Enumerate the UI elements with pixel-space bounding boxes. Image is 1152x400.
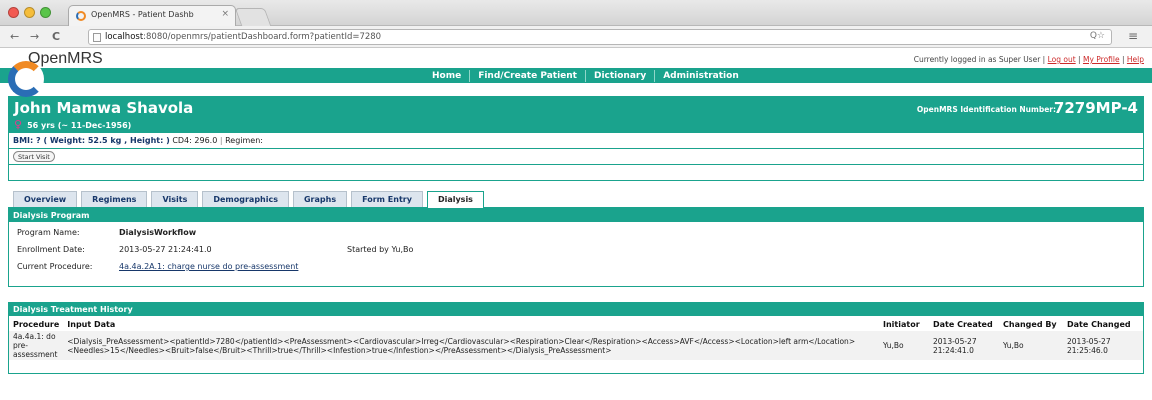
female-gender-icon: ♀ xyxy=(14,118,23,131)
url-host: localhost xyxy=(105,32,144,42)
cd4-text: CD4: 296.0 xyxy=(172,136,218,145)
treatment-history-box: Dialysis Treatment History Procedure Inp… xyxy=(8,302,1144,374)
cell-procedure: 4a.4a.1: do pre-assessment xyxy=(9,331,64,360)
enrollment-row: Enrollment Date: 2013-05-27 21:24:41.0 S… xyxy=(9,245,1143,258)
tab-demographics[interactable]: Demographics xyxy=(202,191,289,207)
main-navbar: Home Find/Create Patient Dictionary Admi… xyxy=(0,68,1152,83)
cell-date-changed: 2013-05-27 21:25:46.0 xyxy=(1063,331,1143,360)
browser-menu-icon[interactable]: ≡ xyxy=(1128,29,1138,43)
start-visit-button[interactable]: Start Visit xyxy=(13,151,55,162)
cell-date-created: 2013-05-27 21:24:41.0 xyxy=(929,331,999,360)
tab-regimens[interactable]: Regimens xyxy=(81,191,148,207)
current-procedure-label: Current Procedure: xyxy=(17,262,93,271)
nav-find-create-patient[interactable]: Find/Create Patient xyxy=(470,69,586,82)
help-link[interactable]: Help xyxy=(1127,55,1144,64)
reload-icon[interactable]: C xyxy=(52,30,60,43)
id-label: OpenMRS Identification Number: xyxy=(916,105,1056,114)
treatment-history-title: Dialysis Treatment History xyxy=(9,303,1143,316)
back-arrow-icon[interactable]: ← xyxy=(10,30,19,43)
table-row[interactable]: 4a.4a.1: do pre-assessment <Dialysis_Pre… xyxy=(9,331,1143,360)
tab-form-entry[interactable]: Form Entry xyxy=(351,191,423,207)
url-path: :8080/openmrs/patientDashboard.form?pati… xyxy=(143,32,382,42)
program-name-label: Program Name: xyxy=(17,228,80,237)
dialysis-program-title: Dialysis Program xyxy=(9,209,1143,222)
treatment-history-table: Procedure Input Data Initiator Date Crea… xyxy=(9,318,1143,360)
nav-administration[interactable]: Administration xyxy=(655,70,747,82)
zoom-window-button[interactable] xyxy=(40,7,51,18)
openmrs-header: OpenMRS Home Find/Create Patient Diction… xyxy=(0,48,1152,97)
tab-visits[interactable]: Visits xyxy=(151,191,199,207)
bookmark-star-icon[interactable]: Q☆ xyxy=(1090,31,1105,41)
my-profile-link[interactable]: My Profile xyxy=(1083,55,1120,64)
bmi-text: BMI: ? ( Weight: 52.5 kg , Height: ) xyxy=(13,136,170,145)
minimize-window-button[interactable] xyxy=(24,7,35,18)
nav-dictionary[interactable]: Dictionary xyxy=(586,69,656,82)
col-initiator: Initiator xyxy=(883,320,920,329)
window-controls xyxy=(8,7,51,18)
enrollment-value: 2013-05-27 21:24:41.0 xyxy=(119,245,212,254)
current-procedure-row: Current Procedure: 4a.4a.2A.1: charge nu… xyxy=(9,262,1143,275)
tab-graphs[interactable]: Graphs xyxy=(292,191,348,207)
browser-titlebar: OpenMRS - Patient Dashb × xyxy=(0,0,1152,26)
patient-age: ♀ 56 yrs (~ 11-Dec-1956) xyxy=(14,118,131,131)
browser-toolbar: ← → C localhost:8080/openmrs/patientDash… xyxy=(0,26,1152,48)
patient-name: John Mamwa Shavola xyxy=(14,99,194,117)
patient-header: John Mamwa Shavola ♀ 56 yrs (~ 11-Dec-195… xyxy=(8,96,1144,133)
id-value: 7279MP-4 xyxy=(1053,99,1138,117)
cell-initiator: Yu,Bo xyxy=(879,331,929,360)
address-bar[interactable]: localhost:8080/openmrs/patientDashboard.… xyxy=(88,29,1112,45)
program-name-row: Program Name: DialysisWorkflow xyxy=(9,228,1143,241)
browser-tab-title: OpenMRS - Patient Dashb xyxy=(91,10,194,19)
new-tab-button[interactable] xyxy=(234,8,272,26)
col-changed-by: Changed By xyxy=(1003,320,1057,329)
started-by-text: Started by Yu,Bo xyxy=(347,245,414,254)
forward-arrow-icon[interactable]: → xyxy=(30,30,39,43)
col-date-created: Date Created xyxy=(933,320,993,329)
enrollment-label: Enrollment Date: xyxy=(17,245,85,254)
patient-age-text: 56 yrs (~ 11-Dec-1956) xyxy=(27,121,132,130)
cell-changed-by: Yu,Bo xyxy=(999,331,1063,360)
tab-close-icon[interactable]: × xyxy=(221,9,229,19)
regimen-text: Regimen: xyxy=(225,136,263,145)
dialysis-program-box: Dialysis Program Program Name: DialysisW… xyxy=(8,208,1144,287)
current-procedure-link[interactable]: 4a.4a.2A.1: charge nurse do pre-assessme… xyxy=(119,262,298,271)
col-input-data: Input Data xyxy=(67,320,116,329)
empty-bar xyxy=(8,165,1144,181)
page-icon xyxy=(93,33,101,42)
col-date-changed: Date Changed xyxy=(1067,320,1131,329)
dashboard-tabs: Overview Regimens Visits Demographics Gr… xyxy=(8,191,1144,208)
cell-input-data: <Dialysis_PreAssessment><patientId>7280<… xyxy=(63,331,879,360)
openmrs-logo-text[interactable]: OpenMRS xyxy=(28,50,103,68)
openmrs-favicon-icon xyxy=(76,11,86,21)
table-header-row: Procedure Input Data Initiator Date Crea… xyxy=(9,318,1143,331)
patient-stats-bar: BMI: ? ( Weight: 52.5 kg , Height: ) CD4… xyxy=(8,133,1144,149)
tab-overview[interactable]: Overview xyxy=(13,191,78,207)
log-out-link[interactable]: Log out xyxy=(1048,55,1076,64)
col-procedure: Procedure xyxy=(13,320,60,329)
browser-tab[interactable]: OpenMRS - Patient Dashb × xyxy=(68,5,236,26)
close-window-button[interactable] xyxy=(8,7,19,18)
tab-dialysis[interactable]: Dialysis xyxy=(426,191,484,208)
nav-home[interactable]: Home xyxy=(424,69,471,82)
visit-bar: Start Visit xyxy=(8,149,1144,165)
openmrs-logo-icon[interactable] xyxy=(8,61,44,97)
program-name-value: DialysisWorkflow xyxy=(119,228,197,237)
logged-in-text: Currently logged in as Super User xyxy=(913,55,1041,64)
user-info: Currently logged in as Super User | Log … xyxy=(913,55,1144,64)
